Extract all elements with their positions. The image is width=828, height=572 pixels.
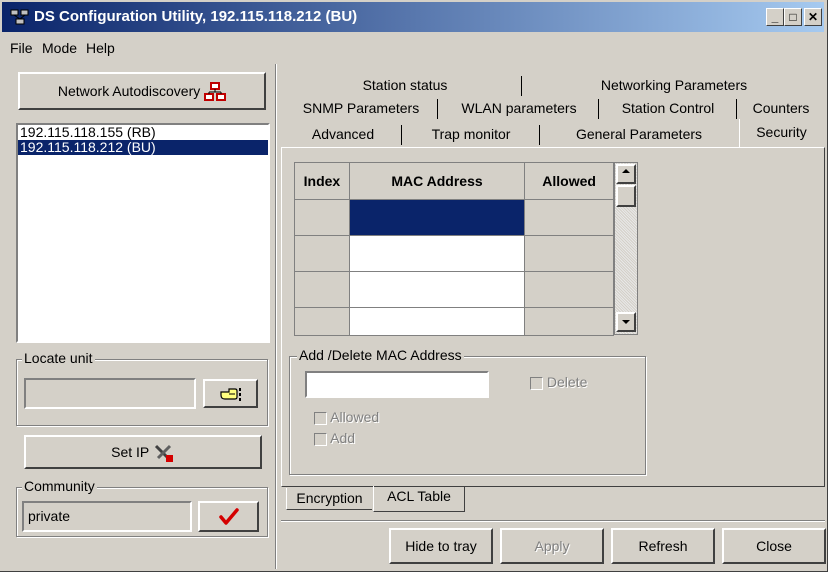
menu-mode[interactable]: Mode <box>42 40 77 56</box>
device-item-bu[interactable]: 192.115.118.212 (BU) <box>18 140 268 155</box>
menu-bar: File Mode Help <box>2 38 824 60</box>
tab-trap-monitor[interactable]: Trap monitor <box>403 124 539 146</box>
acl-table: Index MAC Address Allowed <box>294 162 614 336</box>
tab-separator <box>736 99 737 119</box>
pointing-hand-icon <box>219 388 241 401</box>
mac-cell[interactable] <box>348 235 526 272</box>
menu-help[interactable]: Help <box>86 40 115 56</box>
network-discovery-icon <box>204 82 227 102</box>
mac-address-input[interactable] <box>305 371 489 398</box>
close-window-button[interactable]: ✕ <box>804 8 822 26</box>
maximize-button[interactable]: □ <box>784 8 802 26</box>
minimize-button[interactable]: _ <box>766 8 784 26</box>
community-label: Community <box>22 478 97 494</box>
network-autodiscovery-button[interactable]: Network Autodiscovery <box>18 72 266 110</box>
set-ip-button[interactable]: Set IP <box>24 435 262 469</box>
pane-divider <box>275 64 277 569</box>
checkmark-icon <box>218 508 239 525</box>
scroll-thumb[interactable] <box>616 185 636 207</box>
add-label: Add <box>330 430 356 446</box>
subtab-encryption[interactable]: Encryption <box>286 488 372 510</box>
index-cell[interactable] <box>294 235 350 272</box>
network-app-icon <box>10 9 29 25</box>
add-checkbox-row[interactable]: Add <box>314 430 355 446</box>
tab-separator <box>539 125 540 145</box>
tab-separator <box>401 125 402 145</box>
index-cell[interactable] <box>294 271 350 308</box>
menu-file[interactable]: File <box>10 40 33 56</box>
tab-station-status[interactable]: Station status <box>287 75 523 97</box>
column-header-index[interactable]: Index <box>294 162 350 200</box>
down-arrow-icon <box>622 320 630 324</box>
refresh-button[interactable]: Refresh <box>611 528 715 564</box>
allowed-cell[interactable] <box>524 307 614 336</box>
footer-separator <box>281 520 825 521</box>
hide-to-tray-button[interactable]: Hide to tray <box>389 528 493 564</box>
index-cell[interactable] <box>294 307 350 336</box>
tab-counters[interactable]: Counters <box>738 98 824 120</box>
table-row[interactable] <box>294 307 614 336</box>
apply-button[interactable]: Apply <box>500 528 604 564</box>
up-arrow-icon <box>622 169 630 173</box>
table-row[interactable] <box>294 199 614 236</box>
device-list[interactable]: 192.115.118.155 (RB) 192.115.118.212 (BU… <box>16 123 270 343</box>
network-autodiscovery-label: Network Autodiscovery <box>57 83 201 99</box>
tab-advanced[interactable]: Advanced <box>285 124 401 146</box>
close-button[interactable]: Close <box>722 528 826 564</box>
column-header-mac-address[interactable]: MAC Address <box>348 162 526 200</box>
tab-wlan-parameters[interactable]: WLAN parameters <box>440 98 598 120</box>
tab-security[interactable]: Security <box>739 119 823 147</box>
tools-icon <box>154 445 173 463</box>
device-item-rb[interactable]: 192.115.118.155 (RB) <box>18 125 268 140</box>
window-title: DS Configuration Utility, 192.115.118.21… <box>34 8 358 25</box>
allowed-checkbox[interactable] <box>314 411 327 425</box>
mac-cell[interactable] <box>348 271 526 308</box>
add-delete-mac-label: Add /Delete MAC Address <box>297 347 464 363</box>
allowed-cell[interactable] <box>524 199 614 236</box>
tab-networking-parameters[interactable]: Networking Parameters <box>525 75 823 97</box>
allowed-cell[interactable] <box>524 235 614 272</box>
scroll-down-button[interactable] <box>616 312 636 332</box>
apply-community-button[interactable] <box>198 501 259 532</box>
table-row[interactable] <box>294 271 614 308</box>
community-value: private <box>28 508 71 524</box>
title-bar[interactable]: DS Configuration Utility, 192.115.118.21… <box>2 2 824 32</box>
locate-unit-label: Locate unit <box>22 350 95 366</box>
allowed-cell[interactable] <box>524 271 614 308</box>
subtab-acl-table[interactable]: ACL Table <box>373 486 465 512</box>
mac-cell[interactable] <box>348 307 526 336</box>
add-checkbox[interactable] <box>314 432 327 446</box>
tab-general-parameters[interactable]: General Parameters <box>541 124 737 146</box>
delete-label: Delete <box>546 374 588 390</box>
column-header-allowed[interactable]: Allowed <box>524 162 614 200</box>
app-window: DS Configuration Utility, 192.115.118.21… <box>0 0 828 572</box>
table-row[interactable] <box>294 235 614 272</box>
locate-button[interactable] <box>203 379 258 408</box>
tab-station-control[interactable]: Station Control <box>600 98 736 120</box>
mac-cell[interactable] <box>348 199 526 236</box>
community-field[interactable]: private <box>22 501 192 532</box>
tab-separator <box>521 76 522 96</box>
index-cell[interactable] <box>294 199 350 236</box>
set-ip-label: Set IP <box>111 444 149 460</box>
tab-separator <box>598 99 599 119</box>
scroll-up-button[interactable] <box>616 164 636 184</box>
allowed-checkbox-row[interactable]: Allowed <box>314 409 379 425</box>
allowed-label: Allowed <box>330 409 380 425</box>
delete-checkbox-row[interactable]: Delete <box>530 374 587 390</box>
acl-scrollbar[interactable] <box>614 162 638 335</box>
locate-unit-field[interactable] <box>24 378 196 409</box>
tab-snmp-parameters[interactable]: SNMP Parameters <box>285 98 437 120</box>
tab-separator <box>437 99 438 119</box>
delete-checkbox[interactable] <box>530 376 543 390</box>
